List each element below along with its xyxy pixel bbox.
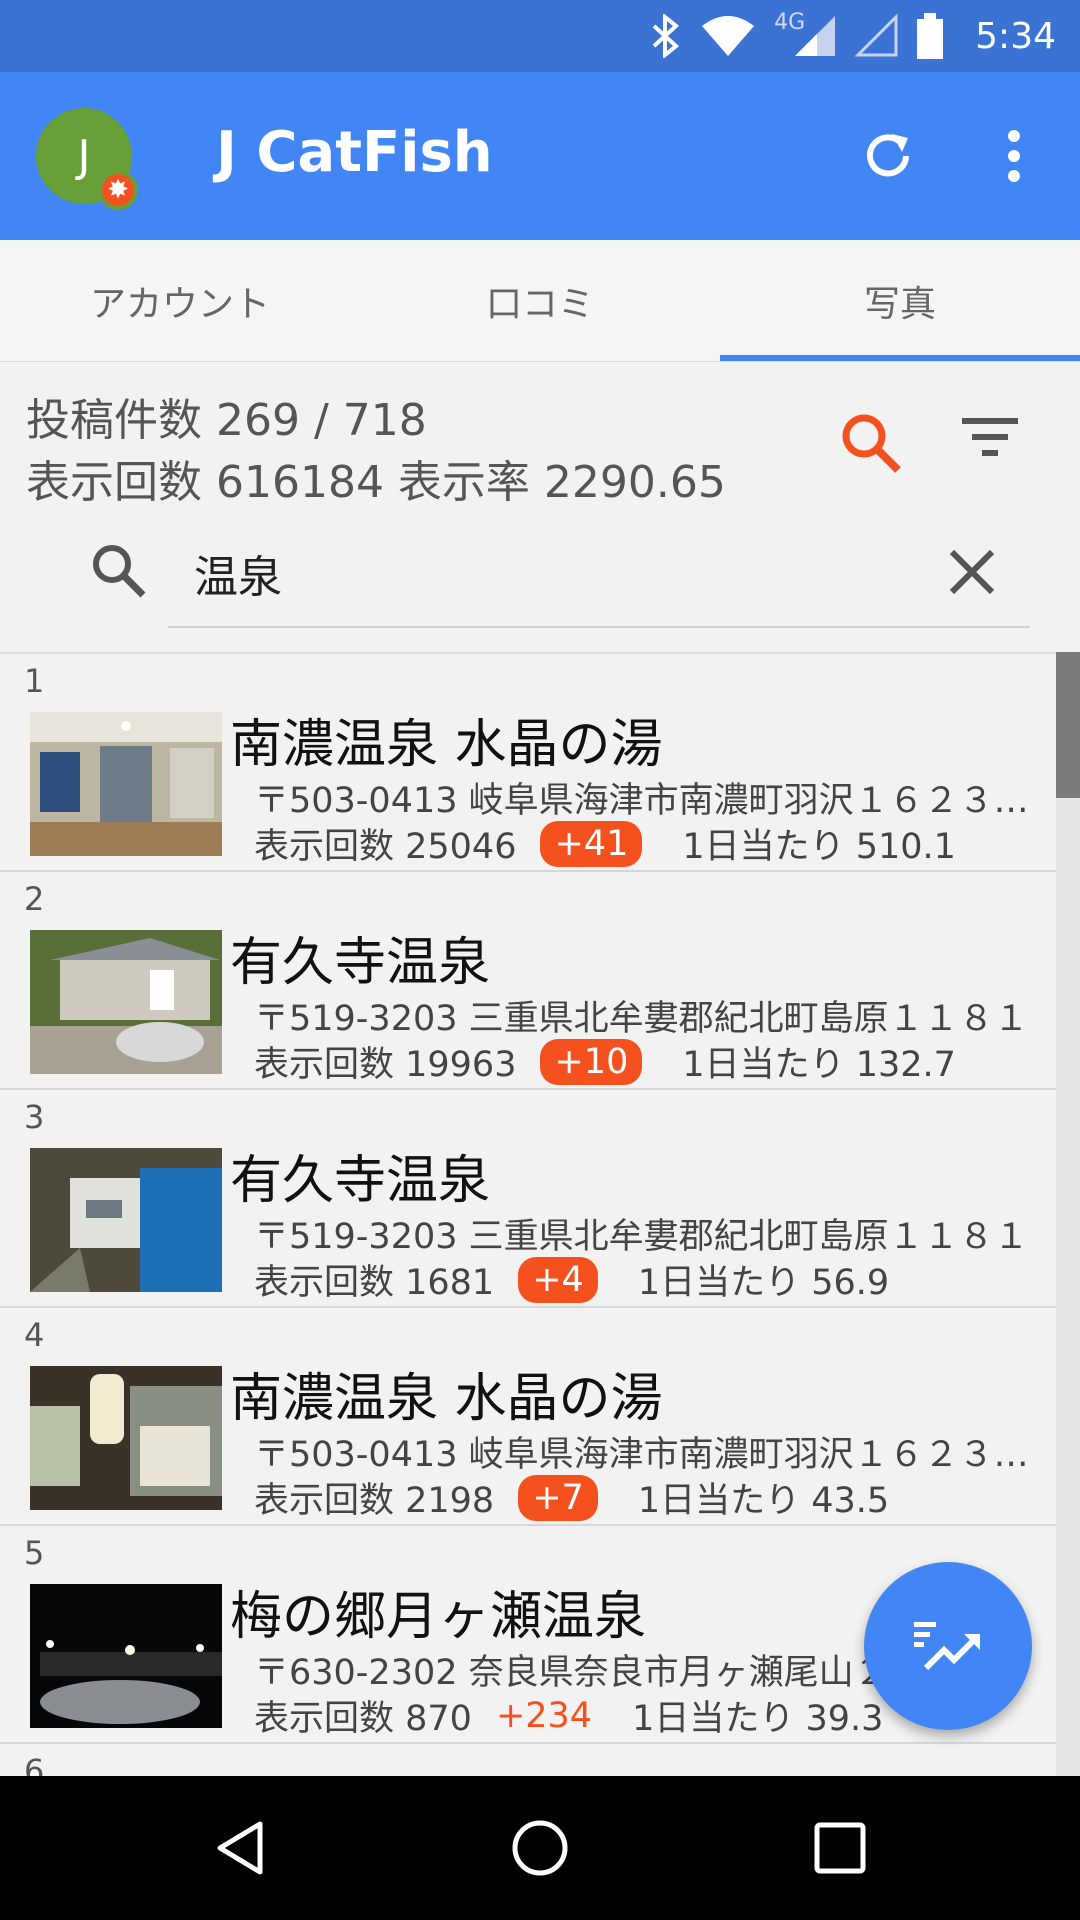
trending-chart-icon (914, 1622, 980, 1671)
place-address: 〒519-3203 三重県北牟婁郡紀北町島原１１８１ (254, 1217, 1029, 1257)
app-title: J CatFish (216, 120, 493, 185)
refresh-icon (867, 134, 909, 177)
star-badge-icon: ✸ (98, 170, 138, 210)
clear-search-button[interactable] (944, 544, 1000, 604)
wifi-icon (702, 16, 755, 56)
photo-thumbnail (30, 712, 222, 856)
status-bar: 4G 5:34 (0, 0, 1080, 72)
place-address: 〒519-3203 三重県北牟婁郡紀北町島原１１８１ (254, 999, 1029, 1039)
more-vert-icon (1008, 130, 1020, 182)
place-name: 南濃温泉 水晶の湯 (230, 1369, 663, 1429)
item-index: 3 (24, 1098, 45, 1136)
tab-photos-label: 写真 (863, 283, 936, 325)
nav-recents-button[interactable] (792, 1804, 888, 1892)
item-index: 5 (24, 1534, 45, 1572)
system-nav-bar (0, 1776, 1080, 1920)
stats-summary: 投稿件数 269 / 718 表示回数 616184 表示率 2290.65 (26, 390, 726, 514)
view-count: 表示回数 19963 (254, 1045, 517, 1085)
item-index: 1 (24, 662, 45, 700)
tab-photos[interactable]: 写真 (720, 240, 1080, 361)
view-count-text: 表示回数 616184 表示率 2290.65 (26, 457, 726, 508)
photo-thumbnail (30, 930, 222, 1074)
nav-home-button[interactable] (492, 1804, 588, 1892)
avatar[interactable]: J ✸ (36, 108, 138, 210)
nav-back-button[interactable] (192, 1804, 288, 1892)
home-circle-icon (512, 1820, 568, 1876)
per-day-views: 1日当たり 39.3 (632, 1699, 884, 1739)
place-address: 〒503-0413 岐阜県海津市南濃町羽沢１６２３−３ (254, 781, 1046, 821)
refresh-button[interactable] (844, 112, 932, 200)
back-triangle-icon (217, 1821, 263, 1875)
place-name: 有久寺温泉 (230, 933, 491, 993)
delta-badge: +4 (518, 1256, 598, 1303)
photo-thumbnail (30, 1148, 222, 1292)
place-name: 梅の郷月ヶ瀬温泉 (230, 1587, 647, 1647)
list-item[interactable]: 6 (0, 1744, 1080, 1776)
delta-badge: +41 (540, 820, 643, 867)
place-name: 有久寺温泉 (230, 1151, 491, 1211)
item-index: 2 (24, 880, 45, 918)
item-stats: 表示回数 2198 +7 1日当たり 43.5 (254, 1472, 889, 1523)
battery-icon (917, 13, 944, 59)
more-options-button[interactable] (970, 112, 1058, 200)
place-name: 南濃温泉 水晶の湯 (230, 715, 663, 775)
search-toggle-button[interactable] (838, 410, 904, 480)
view-count: 表示回数 25046 (254, 827, 517, 867)
per-day-views: 1日当たり 132.7 (682, 1045, 956, 1085)
item-stats: 表示回数 25046 +41 1日当たり 510.1 (254, 818, 956, 869)
item-index: 4 (24, 1316, 45, 1354)
status-time: 5:34 (975, 15, 1056, 57)
search-icon (842, 414, 901, 473)
filter-icon (962, 418, 1018, 456)
list-item[interactable]: 4 南濃温泉 水晶の湯 〒503-0413 岐阜県海津市南濃町羽沢１６２３−３ … (0, 1308, 1080, 1526)
tab-reviews[interactable]: 口コミ (360, 240, 720, 361)
item-stats: 表示回数 19963 +10 1日当たり 132.7 (254, 1036, 956, 1087)
scrollbar-thumb[interactable] (1056, 652, 1080, 798)
delta-text: +234 (495, 1695, 593, 1736)
per-day-views: 1日当たり 43.5 (637, 1481, 890, 1521)
per-day-views: 1日当たり 56.9 (637, 1263, 890, 1303)
item-index: 6 (24, 1752, 45, 1776)
bluetooth-icon (652, 14, 680, 58)
photo-thumbnail (30, 1366, 222, 1510)
item-stats: 表示回数 1681 +4 1日当たり 56.9 (254, 1254, 889, 1305)
close-icon (949, 549, 995, 595)
post-count-text: 投稿件数 269 / 718 (26, 395, 427, 446)
avatar-initial: J (77, 130, 91, 182)
view-count: 表示回数 2198 (254, 1481, 495, 1521)
filter-button[interactable] (960, 410, 1020, 464)
app-bar: J ✸ J CatFish (0, 72, 1080, 240)
list-item[interactable]: 2 有久寺温泉 〒519-3203 三重県北牟婁郡紀北町島原１１８１ 表示回数 … (0, 872, 1080, 1090)
status-icons: 4G 5:34 (648, 0, 1056, 72)
tab-indicator (720, 355, 1080, 361)
list-item[interactable]: 3 有久寺温泉 〒519-3203 三重県北牟婁郡紀北町島原１１８１ 表示回数 … (0, 1090, 1080, 1308)
search-input[interactable] (168, 520, 1030, 628)
tab-account-label: アカウント (89, 283, 270, 325)
view-count: 表示回数 1681 (254, 1263, 495, 1303)
view-count: 表示回数 870 (254, 1699, 472, 1739)
item-stats: 表示回数 870 +234 1日当たり 39.3 (254, 1690, 883, 1741)
search-field-icon (93, 545, 146, 598)
per-day-views: 1日当たり 510.1 (682, 827, 956, 867)
tab-bar: アカウント 口コミ 写真 (0, 240, 1080, 362)
scrollbar-track[interactable] (1056, 652, 1080, 1776)
delta-badge: +7 (518, 1474, 598, 1521)
tab-account[interactable]: アカウント (0, 240, 360, 361)
delta-badge: +10 (540, 1038, 643, 1085)
cell-signal-empty-icon (855, 14, 898, 57)
photo-thumbnail (30, 1584, 222, 1728)
tab-reviews-label: 口コミ (485, 283, 594, 325)
search-row (0, 520, 1080, 630)
cell-signal-icon (795, 16, 836, 56)
trend-fab-button[interactable] (864, 1562, 1032, 1730)
recents-square-icon (814, 1822, 866, 1874)
place-address: 〒503-0413 岐阜県海津市南濃町羽沢１６２３−３ (254, 1435, 1046, 1475)
list-item[interactable]: 1 南濃温泉 水晶の湯 〒503-0413 岐阜県海津市南濃町羽沢１６２３−３ … (0, 654, 1080, 872)
